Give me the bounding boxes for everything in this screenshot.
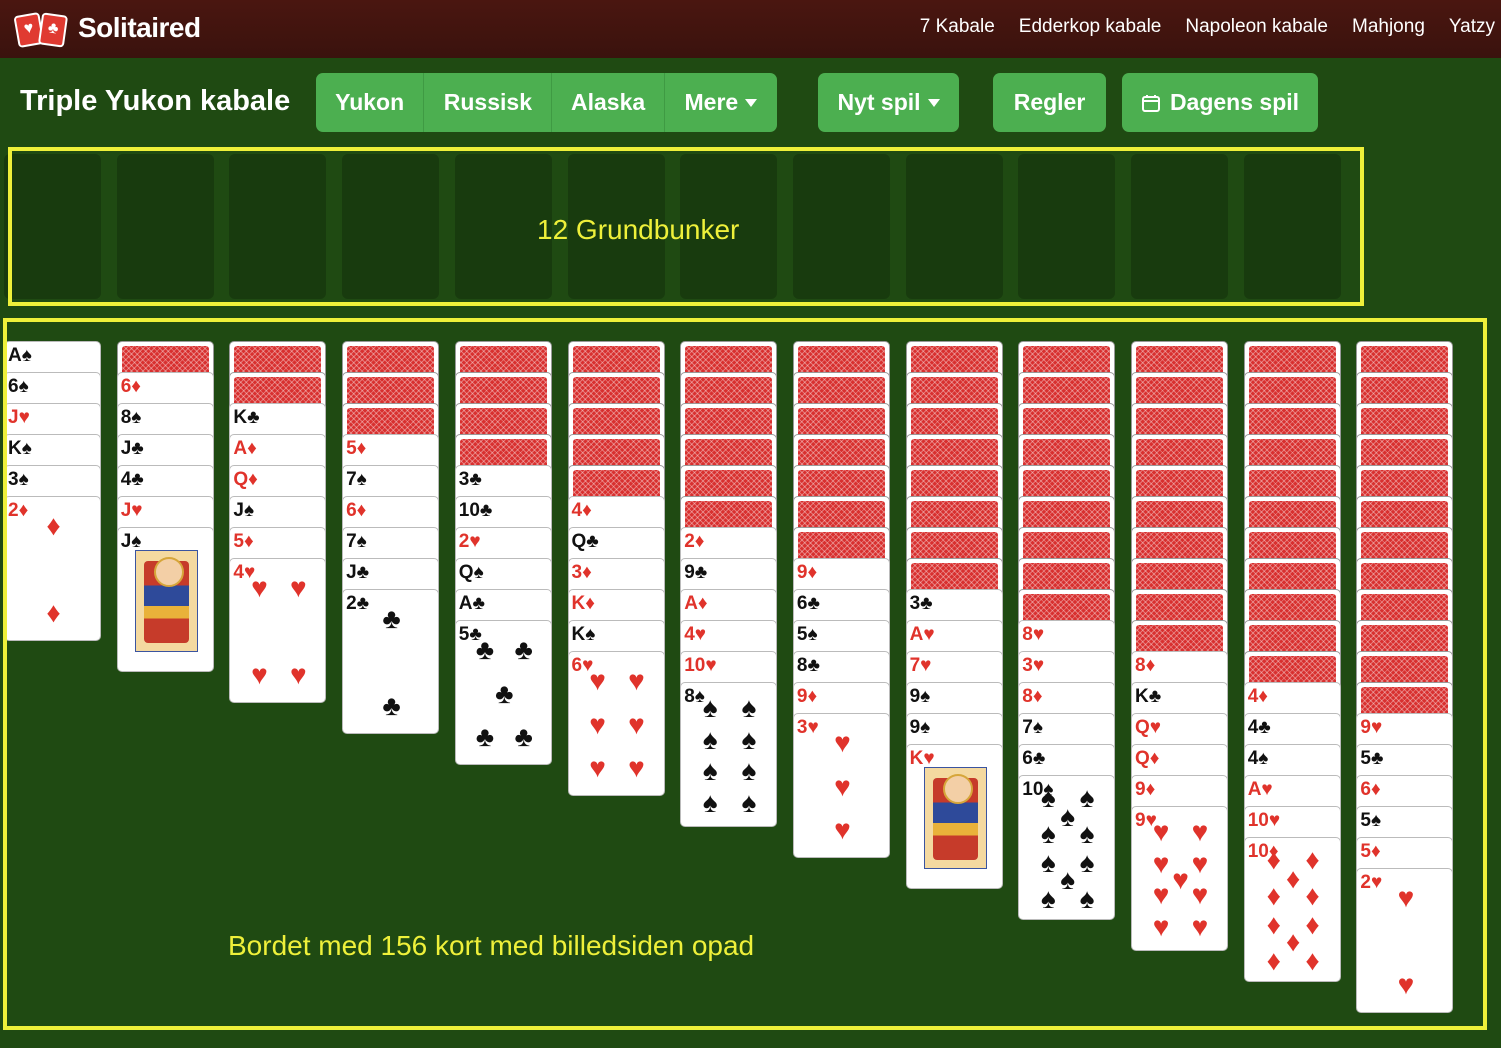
chevron-down-icon xyxy=(745,98,758,107)
rules-button[interactable]: Regler xyxy=(993,73,1106,132)
calendar-icon xyxy=(1141,94,1160,112)
nav-link-7-kabale[interactable]: 7 Kabale xyxy=(920,16,995,38)
logo-club-card-icon: ♣ xyxy=(37,12,69,48)
daily-game-button[interactable]: Dagens spil xyxy=(1122,73,1318,132)
variant-alaska-label: Alaska xyxy=(571,89,646,115)
tableau-annotation: Bordet med 156 kort med billedsiden opad xyxy=(228,930,755,961)
new-game-dropdown[interactable]: Nyt spil xyxy=(818,73,959,132)
new-game-label: Nyt spil xyxy=(837,89,921,115)
nav-link-mahjong[interactable]: Mahjong xyxy=(1352,16,1425,38)
variant-russisk-label: Russisk xyxy=(443,89,532,115)
daily-game-label: Dagens spil xyxy=(1169,89,1300,115)
rules-label: Regler xyxy=(1013,89,1086,115)
logo-text: Solitaired xyxy=(78,12,201,43)
top-nav-links: 7 Kabale Edderkop kabale Napoleon kabale… xyxy=(920,16,1495,38)
variant-yukon-button[interactable]: Yukon xyxy=(316,73,425,132)
nav-link-edderkop-kabale[interactable]: Edderkop kabale xyxy=(1019,16,1162,38)
variant-russisk-button[interactable]: Russisk xyxy=(424,73,553,132)
chevron-down-icon xyxy=(927,98,940,107)
top-navigation-bar: ♥ ♣ Solitaired 7 Kabale Edderkop kabale … xyxy=(0,0,1501,58)
foundation-annotation: 12 Grundbunker xyxy=(537,214,740,245)
more-variants-label: Mere xyxy=(684,89,739,115)
page-title: Triple Yukon kabale xyxy=(20,85,291,117)
variant-alaska-button[interactable]: Alaska xyxy=(552,73,665,132)
more-variants-dropdown[interactable]: Mere xyxy=(665,73,777,132)
variant-button-group: Yukon Russisk Alaska Mere xyxy=(316,73,777,132)
nav-link-napoleon-kabale[interactable]: Napoleon kabale xyxy=(1185,16,1328,38)
nav-link-yatzy[interactable]: Yatzy xyxy=(1449,16,1495,38)
variant-yukon-label: Yukon xyxy=(335,89,405,115)
game-toolbar: Triple Yukon kabale Yukon Russisk Alaska… xyxy=(0,58,1501,146)
tableau-highlight-frame xyxy=(3,318,1487,1030)
